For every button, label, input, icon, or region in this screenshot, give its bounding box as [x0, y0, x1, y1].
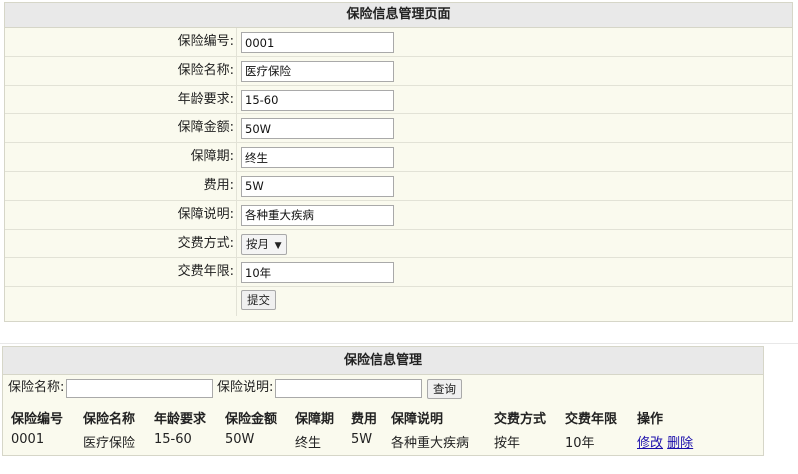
form-row-fee: 费用: — [5, 171, 792, 201]
search-desc-input[interactable] — [275, 379, 422, 398]
list-title: 保险信息管理 — [3, 347, 763, 375]
field-label-id: 保险编号: — [5, 28, 237, 56]
chevron-down-icon: ▼ — [274, 240, 282, 251]
form-row-payment-method: 交费方式: 按月 ▼ — [5, 229, 792, 259]
insurance-table: 保险编号 保险名称 年龄要求 保险金额 保障期 费用 保障说明 交费方式 交费年… — [3, 401, 763, 457]
payment-years-input[interactable] — [241, 262, 394, 284]
column-header: 交费方式 — [494, 412, 547, 427]
field-label-payment-years: 交费年限: — [5, 258, 237, 287]
form-title: 保险信息管理页面 — [5, 3, 792, 28]
column-header: 保障说明 — [391, 412, 444, 427]
form-row-desc: 保障说明: — [5, 200, 792, 230]
table-cell: 5W — [351, 432, 373, 447]
form-row-amount: 保障金额: — [5, 114, 792, 144]
field-label-age: 年龄要求: — [5, 85, 237, 114]
insurance-id-input[interactable] — [241, 32, 394, 53]
table-cell: 10年 — [565, 436, 595, 451]
form-row-id: 保险编号: — [5, 28, 792, 57]
column-header: 保险编号 — [11, 412, 64, 427]
table-cell: 按年 — [494, 436, 521, 451]
search-name-label: 保险名称: — [8, 380, 65, 395]
insurance-name-input[interactable] — [241, 60, 394, 82]
table-cell: 50W — [225, 432, 255, 447]
insurance-form-panel: 保险信息管理页面 保险编号: 保险名称: 年龄要求: 保障金额: 保障期: 费用… — [4, 2, 793, 322]
fee-input[interactable] — [241, 175, 394, 197]
column-header: 费用 — [351, 412, 378, 427]
form-row-payment-years: 交费年限: — [5, 258, 792, 288]
field-label-fee: 费用: — [5, 171, 237, 200]
column-header: 操作 — [637, 412, 664, 427]
form-row-name: 保险名称: — [5, 56, 792, 86]
table-cell: 各种重大疾病 — [391, 436, 470, 451]
column-header: 保险金额 — [225, 412, 278, 427]
coverage-description-input[interactable] — [241, 204, 394, 226]
field-label-payment-method: 交费方式: — [5, 229, 237, 258]
submit-button[interactable]: 提交 — [241, 290, 276, 311]
payment-method-select[interactable]: 按月 ▼ — [241, 233, 287, 255]
column-header: 年龄要求 — [154, 412, 207, 427]
actions-cell: 修改 删除 — [637, 432, 693, 451]
column-header: 保障期 — [295, 412, 335, 427]
table-cell: 终生 — [295, 436, 322, 451]
search-bar: 保险名称: 保险说明: 查询 — [3, 375, 763, 401]
search-name-input[interactable] — [66, 379, 213, 398]
insurance-list-panel: 保险信息管理 保险名称: 保险说明: 查询 保险编号 保险名称 年龄要求 保险金… — [2, 346, 764, 456]
table-cell: 医疗保险 — [83, 436, 136, 451]
form-row-period: 保障期: — [5, 143, 792, 172]
form-row-age: 年龄要求: — [5, 85, 792, 115]
payment-method-value: 按月 — [246, 236, 269, 251]
search-button[interactable]: 查询 — [427, 379, 462, 399]
table-cell: 0001 — [11, 432, 45, 447]
edit-link[interactable]: 修改 — [637, 436, 663, 451]
age-requirement-input[interactable] — [241, 89, 394, 111]
column-header: 保险名称 — [83, 412, 136, 427]
coverage-period-input[interactable] — [241, 147, 394, 169]
search-desc-label: 保险说明: — [217, 380, 274, 395]
column-header: 交费年限 — [565, 412, 618, 427]
table-cell: 15-60 — [154, 432, 192, 447]
field-label-empty — [5, 287, 237, 316]
delete-link[interactable]: 删除 — [667, 436, 693, 451]
section-divider — [0, 343, 798, 344]
field-label-amount: 保障金额: — [5, 114, 237, 143]
form-row-submit: 提交 — [5, 287, 792, 316]
field-label-period: 保障期: — [5, 143, 237, 171]
field-label-name: 保险名称: — [5, 56, 237, 85]
field-label-desc: 保障说明: — [5, 200, 237, 229]
coverage-amount-input[interactable] — [241, 118, 394, 140]
